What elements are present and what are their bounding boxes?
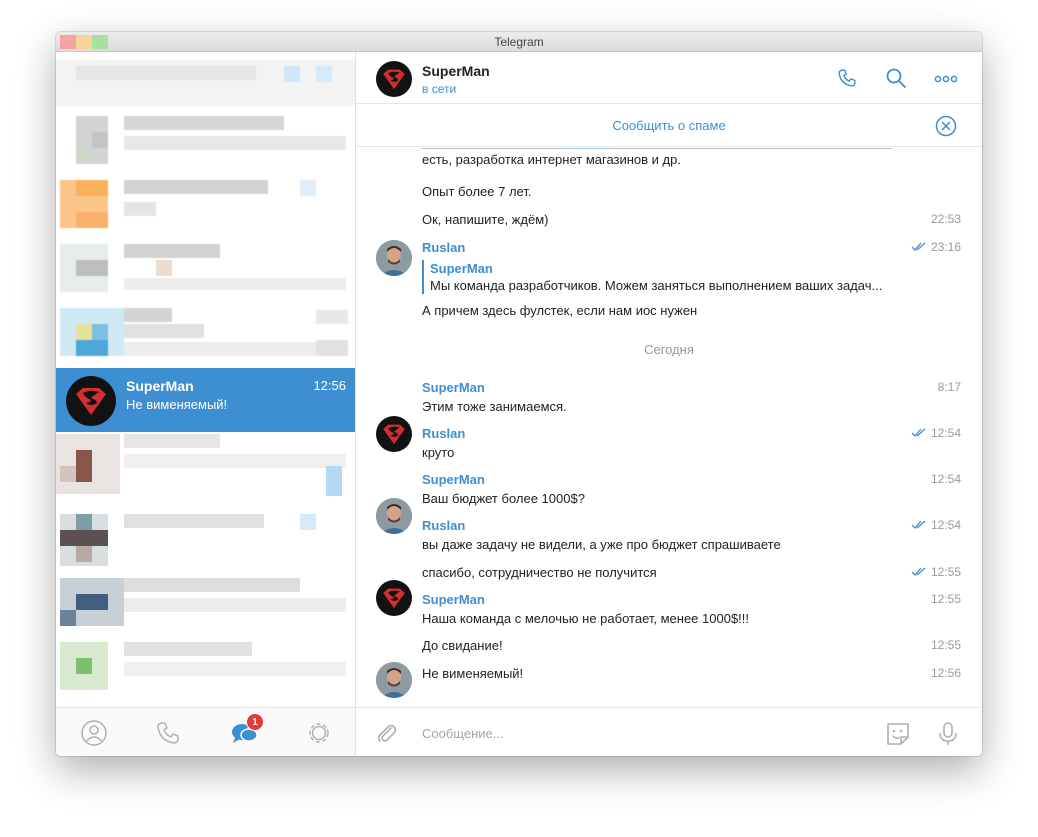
message-time: 12:56 xyxy=(930,666,961,680)
superman-avatar[interactable] xyxy=(376,416,412,452)
phone-icon xyxy=(838,69,856,87)
message-sender[interactable]: Ruslan xyxy=(422,240,465,255)
tab-settings[interactable] xyxy=(305,719,333,747)
window-title: Telegram xyxy=(494,35,544,49)
message-text: До свидание! xyxy=(422,638,503,653)
message-text: есть, разработка интернет магазинов и др… xyxy=(422,152,681,167)
message-sender[interactable]: SuperMan xyxy=(422,380,485,395)
more-button[interactable] xyxy=(934,67,958,89)
conversation-panel: SuperMan в сети Сообщить о спаме есть, р… xyxy=(356,52,982,756)
pixelated-chat-list-bottom xyxy=(56,432,355,707)
reply-sender: SuperMan xyxy=(430,261,493,276)
unread-badge: 1 xyxy=(246,713,264,731)
message-time: 12:55 xyxy=(930,592,961,606)
message-text: Этим тоже занимаемся. xyxy=(422,399,567,414)
superman-avatar xyxy=(66,376,116,426)
ruslan-avatar[interactable] xyxy=(376,498,412,534)
message-time: 12:54 xyxy=(930,472,961,486)
double-check-icon xyxy=(911,428,926,437)
sticker-icon xyxy=(887,723,909,745)
message-text: Наша команда с мелочью не работает, мене… xyxy=(422,611,750,626)
message-history[interactable]: есть, разработка интернет магазинов и др… xyxy=(356,148,982,708)
cut-off-text-line xyxy=(422,148,892,149)
message-text: Опыт более 7 лет. xyxy=(422,184,532,199)
gear-icon xyxy=(309,723,329,743)
more-dots-icon xyxy=(934,75,958,83)
zoom-window-button[interactable] xyxy=(92,35,108,49)
header-status: в сети xyxy=(422,82,457,96)
superman-avatar[interactable] xyxy=(376,580,412,616)
message-time: 23:16 xyxy=(930,240,961,254)
message-text: Ок, напишите, ждём) xyxy=(422,212,549,227)
message-text: А причем здесь фулстек, если нам иос нуж… xyxy=(422,303,698,318)
pixelated-chat-list-top xyxy=(56,52,355,382)
microphone-icon xyxy=(939,722,957,745)
double-check-icon xyxy=(911,242,926,251)
title-bar: Telegram xyxy=(56,32,982,52)
reply-text: Мы команда разработчиков. Можем заняться… xyxy=(430,278,883,293)
chat-list-item-superman[interactable]: SuperMan 12:56 Не вименяемый! xyxy=(56,368,355,432)
sticker-button[interactable] xyxy=(885,721,909,745)
message-time: 22:53 xyxy=(930,212,961,226)
message-sender[interactable]: Ruslan xyxy=(422,518,465,533)
tab-calls[interactable] xyxy=(154,719,182,747)
report-spam-bar: Сообщить о спаме xyxy=(356,105,982,147)
message-time: 12:55 xyxy=(930,565,961,579)
search-button[interactable] xyxy=(885,67,907,89)
header-avatar[interactable] xyxy=(376,61,412,97)
message-time: 8:17 xyxy=(937,380,961,394)
chat-item-preview: Не вименяемый! xyxy=(126,397,228,412)
message-sender[interactable]: SuperMan xyxy=(422,592,485,607)
search-icon xyxy=(886,68,906,88)
close-circle-icon xyxy=(935,115,957,137)
chat-item-name: SuperMan xyxy=(126,378,194,394)
close-spam-bar-button[interactable] xyxy=(935,115,957,137)
paperclip-icon xyxy=(377,724,397,742)
message-text: круто xyxy=(422,445,455,460)
message-text: Ваш бюджет более 1000$? xyxy=(422,491,585,506)
ruslan-avatar[interactable] xyxy=(376,662,412,698)
window-controls[interactable] xyxy=(60,35,108,49)
chat-item-time: 12:56 xyxy=(313,378,346,393)
double-check-icon xyxy=(911,567,926,576)
person-icon xyxy=(81,720,107,746)
double-check-icon xyxy=(911,520,926,529)
call-button[interactable] xyxy=(836,67,858,89)
report-spam-link[interactable]: Сообщить о спаме xyxy=(356,118,982,133)
message-sender[interactable]: Ruslan xyxy=(422,426,465,441)
message-time: 12:54 xyxy=(930,518,961,532)
phone-icon xyxy=(157,722,179,744)
message-text: Не вименяемый! xyxy=(422,666,524,681)
telegram-window: Telegram SuperMan 12:56 Не вименяемый! 1… xyxy=(56,32,982,756)
conversation-header: SuperMan в сети xyxy=(356,52,982,104)
message-sender[interactable]: SuperMan xyxy=(422,472,485,487)
close-window-button[interactable] xyxy=(60,35,76,49)
chat-list-sidebar: SuperMan 12:56 Не вименяемый! 1 xyxy=(56,52,356,756)
tab-chats[interactable]: 1 xyxy=(230,713,264,747)
sidebar-tab-bar: 1 xyxy=(56,707,355,756)
message-input[interactable] xyxy=(422,722,862,744)
tab-contacts[interactable] xyxy=(80,719,108,747)
message-composer xyxy=(356,707,982,756)
message-time: 12:54 xyxy=(930,426,961,440)
message-time: 12:55 xyxy=(930,638,961,652)
message-text: спасибо, сотрудничество не получится xyxy=(422,565,657,580)
minimize-window-button[interactable] xyxy=(76,35,92,49)
attach-button[interactable] xyxy=(374,721,398,745)
reply-quote[interactable]: SuperMan Мы команда разработчиков. Можем… xyxy=(422,260,882,294)
header-contact-name[interactable]: SuperMan xyxy=(422,63,490,79)
date-separator: Сегодня xyxy=(644,342,694,357)
message-text: вы даже задачу не видели, а уже про бюдж… xyxy=(422,537,781,552)
voice-record-button[interactable] xyxy=(936,721,960,745)
ruslan-avatar[interactable] xyxy=(376,240,412,276)
